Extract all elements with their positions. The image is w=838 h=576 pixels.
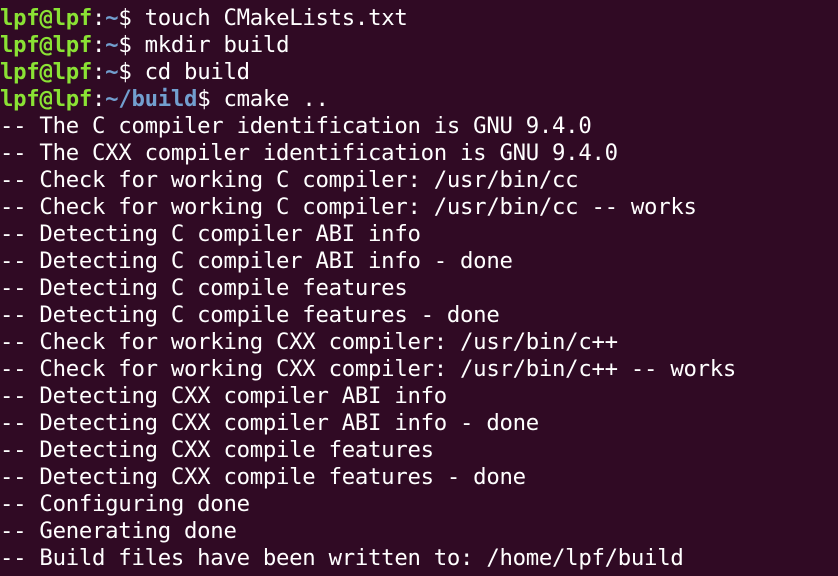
output-line: -- Generating done	[0, 518, 237, 544]
prompt-path: ~	[105, 59, 119, 85]
prompt-separator: :	[92, 59, 106, 85]
output-line: -- Detecting C compiler ABI info - done	[0, 248, 513, 274]
prompt-user: lpf@lpf	[0, 32, 93, 58]
prompt-separator: :	[92, 5, 106, 31]
output-line: -- Check for working C compiler: /usr/bi…	[0, 167, 579, 193]
command-text: touch CMakeLists.txt	[131, 5, 408, 31]
prompt-line: lpf@lpf:~$ touch CMakeLists.txt	[0, 5, 838, 32]
output-line: -- Detecting C compiler ABI info	[0, 221, 421, 247]
command-text: cmake ..	[210, 86, 329, 112]
output-line: -- Detecting CXX compiler ABI info - don…	[0, 410, 539, 436]
output-line: -- The C compiler identification is GNU …	[0, 113, 592, 139]
terminal-window[interactable]: lpf@lpf:~$ touch CMakeLists.txt lpf@lpf:…	[0, 0, 838, 576]
prompt-symbol: $	[118, 59, 132, 85]
output-line: -- Configuring done	[0, 491, 250, 517]
command-text: mkdir build	[131, 32, 290, 58]
prompt-line: lpf@lpf:~$ mkdir build	[0, 32, 838, 59]
prompt-separator: :	[92, 86, 106, 112]
terminal-output: lpf@lpf:~$ touch CMakeLists.txt lpf@lpf:…	[0, 5, 838, 572]
prompt-user: lpf@lpf	[0, 5, 93, 31]
prompt-path: ~	[105, 32, 119, 58]
prompt-path: ~	[105, 5, 119, 31]
output-line: -- Build files have been written to: /ho…	[0, 545, 684, 571]
output-line: -- Check for working CXX compiler: /usr/…	[0, 356, 737, 382]
prompt-symbol: $	[197, 86, 211, 112]
command-text: cd build	[131, 59, 250, 85]
prompt-user: lpf@lpf	[0, 86, 93, 112]
output-line: -- Check for working C compiler: /usr/bi…	[0, 194, 697, 220]
prompt-separator: :	[92, 32, 106, 58]
output-line: -- Detecting C compile features	[0, 275, 408, 301]
prompt-path: ~/build	[105, 86, 198, 112]
output-line: -- Detecting CXX compile features - done	[0, 464, 526, 490]
output-line: -- Detecting CXX compiler ABI info	[0, 383, 447, 409]
prompt-line: lpf@lpf:~$ cd build	[0, 59, 838, 86]
prompt-user: lpf@lpf	[0, 59, 93, 85]
prompt-line: lpf@lpf:~/build$ cmake ..	[0, 86, 838, 113]
output-line: -- Check for working CXX compiler: /usr/…	[0, 329, 618, 355]
prompt-symbol: $	[118, 5, 132, 31]
prompt-symbol: $	[118, 32, 132, 58]
output-line: -- The CXX compiler identification is GN…	[0, 140, 618, 166]
output-line: -- Detecting C compile features - done	[0, 302, 500, 328]
output-line: -- Detecting CXX compile features	[0, 437, 434, 463]
